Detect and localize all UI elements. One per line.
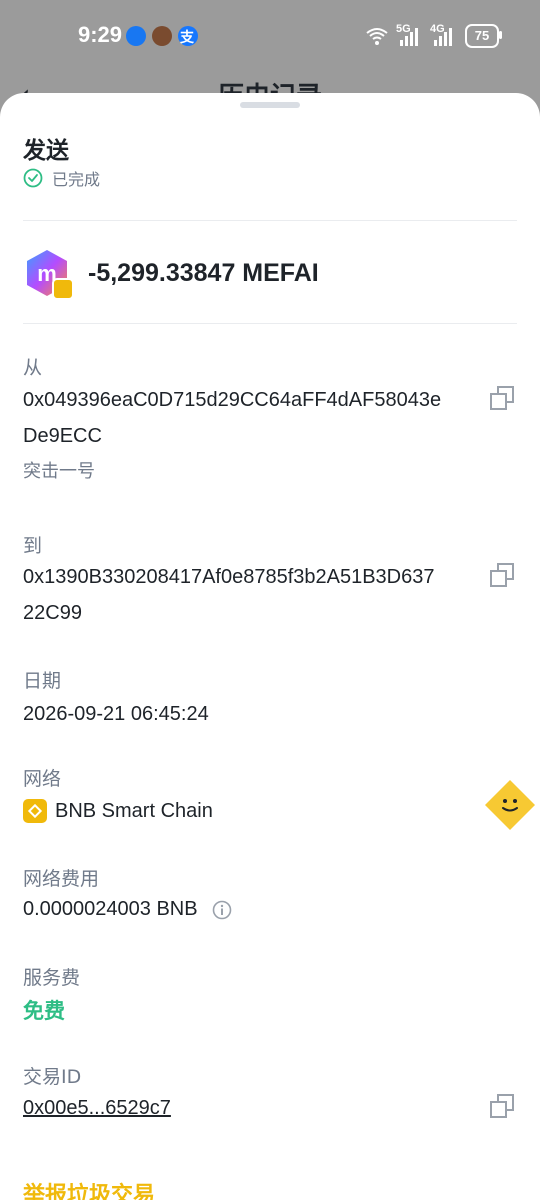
- info-icon[interactable]: [212, 900, 232, 920]
- wifi-icon: [366, 28, 388, 45]
- section-divider: [23, 323, 517, 324]
- to-address[interactable]: 0x1390B330208417Af0e8785f3b2A51B3D63722C…: [23, 559, 443, 631]
- transaction-id-link[interactable]: 0x00e5...6529c7: [23, 1097, 171, 1120]
- from-address[interactable]: 0x049396eaC0D715d29CC64aFF4dAF58043eDe9E…: [23, 382, 443, 454]
- status-time: 9:29: [78, 22, 123, 47]
- signal-5g-icon: [400, 28, 418, 46]
- from-label: 从: [23, 357, 43, 379]
- app-notification-icon: [126, 26, 146, 46]
- date-value: 2026-09-21 06:45:24: [23, 703, 209, 725]
- transaction-status-text: 已完成: [52, 170, 101, 189]
- bnb-badge-icon: [52, 278, 74, 300]
- transaction-status-row: 已完成: [23, 166, 100, 190]
- avatar-notification-icon: [152, 26, 172, 46]
- amount-row: m -5,299.33847 MEFAI: [24, 248, 319, 300]
- network-value: BNB Smart Chain: [23, 799, 213, 823]
- copy-transaction-id-icon[interactable]: [488, 1092, 516, 1120]
- transaction-detail-sheet: 发送 已完成 m -5,299.33847 MEFAI 从 0x049396ea…: [0, 93, 540, 1200]
- status-bar: 9:29 5G 4G 75: [0, 0, 540, 72]
- mefai-token-icon: m: [24, 248, 74, 300]
- copy-from-address-icon[interactable]: [488, 384, 516, 412]
- network-fee-label: 网络费用: [23, 868, 100, 890]
- service-fee-value: 免费: [23, 999, 65, 1023]
- drag-handle[interactable]: [240, 102, 300, 108]
- transaction-type-title: 发送: [23, 138, 69, 164]
- network-label: 网络: [23, 768, 62, 790]
- copy-to-address-icon[interactable]: [488, 561, 516, 589]
- report-spam-transaction-link[interactable]: 举报垃圾交易: [23, 1177, 155, 1200]
- check-circle-icon: [23, 168, 43, 188]
- to-label: 到: [23, 535, 43, 557]
- from-wallet-name: 突击一号: [23, 461, 95, 482]
- battery-indicator: 75: [465, 24, 499, 48]
- transaction-id-label: 交易ID: [23, 1066, 82, 1088]
- transaction-amount: -5,299.33847 MEFAI: [88, 258, 319, 287]
- service-fee-label: 服务费: [23, 967, 81, 989]
- alipay-notification-icon: [178, 26, 198, 47]
- bnb-chain-icon: [23, 799, 47, 823]
- network-fee-row: 0.0000024003 BNB: [23, 898, 232, 921]
- signal-4g-icon: [434, 28, 452, 46]
- section-divider: [23, 220, 517, 221]
- date-label: 日期: [23, 670, 62, 692]
- network-name: BNB Smart Chain: [55, 799, 213, 822]
- battery-tip-icon: [499, 31, 502, 39]
- floating-assistant-icon[interactable]: [482, 777, 538, 833]
- network-fee-value: 0.0000024003 BNB: [23, 898, 198, 920]
